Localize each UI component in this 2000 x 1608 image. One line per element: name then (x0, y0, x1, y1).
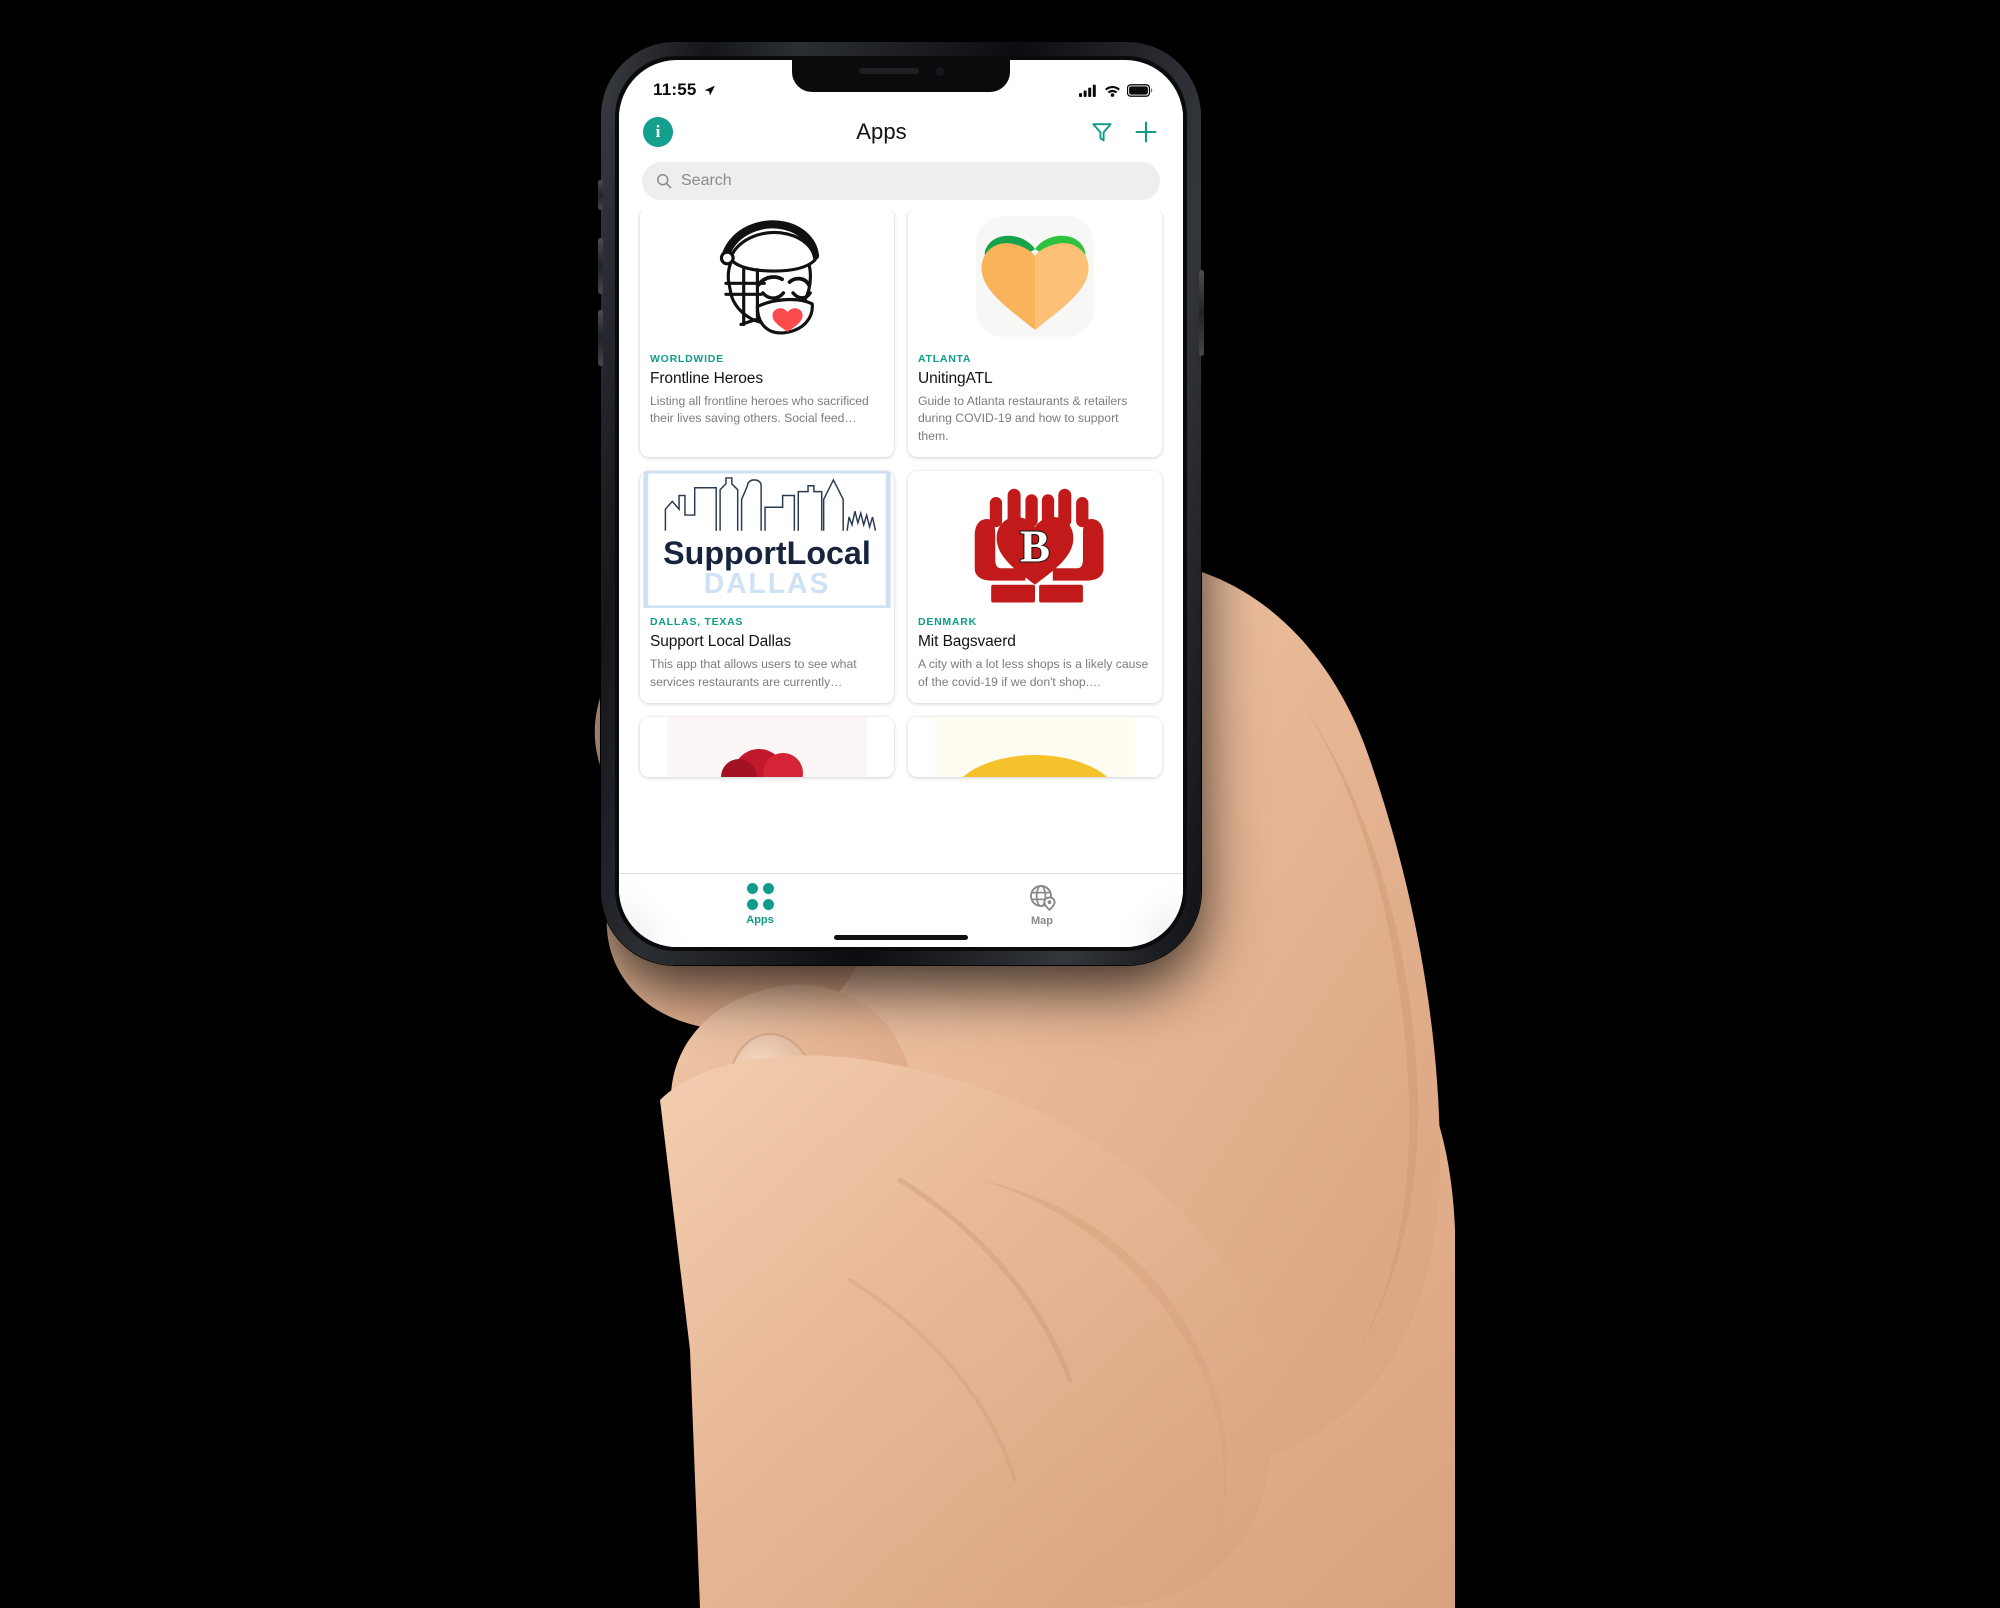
phone-device: 11:55 i Apps Search WORLDWIDE Frontline … (598, 42, 1204, 965)
frontline-heroes-masked-face-icon (698, 208, 836, 345)
apps-scroll-view[interactable]: WORLDWIDE Frontline Heroes Listing all f… (619, 208, 1183, 947)
app-card-description: Guide to Atlanta restaurants & retailers… (918, 394, 1128, 443)
wifi-icon (1105, 85, 1120, 97)
svg-text:SupportLocal: SupportLocal (663, 535, 871, 571)
app-card-category: WORLDWIDE (650, 353, 724, 365)
berries-photo-icon (667, 717, 867, 778)
filter-funnel-icon[interactable] (1090, 120, 1114, 144)
app-card-image (908, 717, 1162, 778)
globe-pin-icon (1030, 885, 1056, 911)
app-card-title: Mit Bagsvaerd (918, 633, 1016, 651)
search-placeholder: Search (681, 172, 732, 189)
app-card-peek-left[interactable] (640, 717, 894, 778)
battery-icon (1127, 83, 1153, 97)
peach-heart-icon (966, 208, 1104, 345)
hands-holding-heart-b-icon: B (966, 471, 1104, 609)
app-card-body: ATLANTA UnitingATL Guide to Atlanta rest… (908, 345, 1162, 457)
navigation-bar: i Apps (619, 106, 1183, 158)
app-card-title: Support Local Dallas (650, 633, 792, 651)
plus-icon[interactable] (1133, 119, 1159, 145)
app-card-image (640, 717, 894, 778)
app-card-image (640, 208, 894, 345)
app-card-unitingatl[interactable]: ATLANTA UnitingATL Guide to Atlanta rest… (908, 208, 1162, 458)
info-icon: i (655, 122, 661, 141)
app-card-frontline-heroes[interactable]: WORLDWIDE Frontline Heroes Listing all f… (640, 208, 894, 458)
tab-apps-label: Apps (746, 914, 774, 926)
front-camera (934, 66, 944, 76)
earpiece-speaker (858, 68, 919, 74)
yellow-graphic-icon (935, 717, 1135, 778)
screenshot-stage: 11:55 i Apps Search WORLDWIDE Frontline … (0, 0, 2000, 1608)
location-arrow-icon (704, 85, 715, 95)
volume-down-button[interactable] (598, 310, 603, 366)
app-card-body: WORLDWIDE Frontline Heroes Listing all f… (640, 345, 894, 440)
search-input[interactable]: Search (642, 162, 1160, 200)
phone-bezel: 11:55 i Apps Search WORLDWIDE Frontline … (615, 56, 1187, 951)
notch (792, 60, 1010, 92)
app-card-support-local-dallas[interactable]: SupportLocal DALLAS DALLAS, TEXAS Suppor… (640, 471, 894, 704)
app-card-description: A city with a lot less shops is a likely… (918, 657, 1149, 689)
app-card-mit-bagsvaerd[interactable]: B DENMARK Mit Bagsvaerd A city with a lo… (908, 471, 1162, 704)
app-card-image (908, 208, 1162, 345)
phone-screen: 11:55 i Apps Search WORLDWIDE Frontline … (619, 60, 1183, 947)
search-icon (657, 174, 672, 189)
app-card-category: DALLAS, TEXAS (650, 616, 744, 629)
app-card-image: B (908, 471, 1162, 609)
app-card-peek-right[interactable] (908, 717, 1162, 778)
status-time: 11:55 (653, 80, 697, 99)
power-button[interactable] (1199, 270, 1204, 356)
svg-text:B: B (1020, 522, 1050, 572)
status-right (1079, 83, 1153, 97)
app-card-body: DALLAS, TEXAS Support Local Dallas This … (640, 608, 894, 703)
info-button[interactable]: i (643, 117, 673, 147)
nav-actions (1090, 119, 1159, 145)
status-left: 11:55 (653, 80, 716, 100)
page-title: Apps (856, 119, 907, 144)
app-card-title: Frontline Heroes (650, 370, 763, 387)
app-card-title: UnitingATL (918, 370, 993, 387)
home-indicator[interactable] (834, 935, 968, 940)
app-card-image: SupportLocal DALLAS (640, 471, 894, 609)
apps-grid: WORLDWIDE Frontline Heroes Listing all f… (640, 208, 1162, 778)
search-container: Search (619, 158, 1183, 210)
app-card-body: DENMARK Mit Bagsvaerd A city with a lot … (908, 608, 1162, 703)
mute-switch[interactable] (598, 180, 603, 210)
tab-map-label: Map (1031, 915, 1053, 927)
cellular-signal-icon (1079, 84, 1096, 97)
tab-bar: Apps Map (619, 873, 1183, 947)
app-card-description: This app that allows users to see what s… (650, 657, 857, 689)
support-local-dallas-skyline-icon: SupportLocal DALLAS (640, 471, 894, 609)
app-card-description: Listing all frontline heroes who sacrifi… (650, 394, 869, 426)
svg-text:DALLAS: DALLAS (704, 569, 831, 601)
app-card-category: DENMARK (918, 616, 977, 629)
volume-up-button[interactable] (598, 238, 603, 294)
app-card-category: ATLANTA (918, 353, 972, 365)
apps-grid-icon (746, 883, 774, 910)
